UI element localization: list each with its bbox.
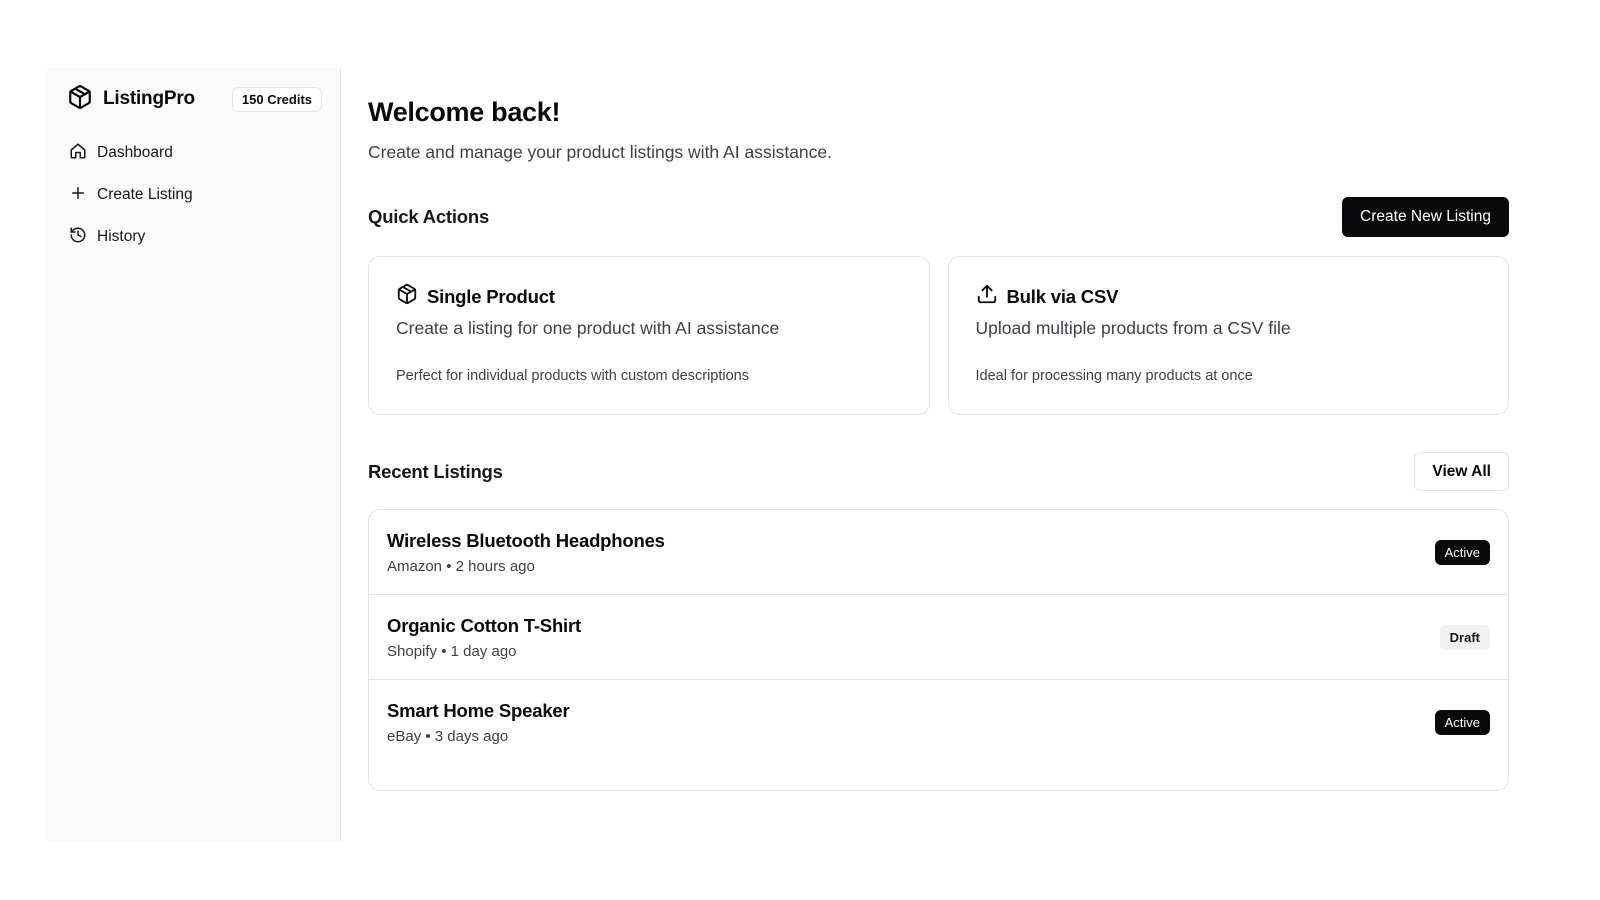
quick-actions-header: Quick Actions Create New Listing	[368, 197, 1509, 237]
listing-info: Smart Home Speaker eBay • 3 days ago	[387, 700, 570, 745]
listing-title: Wireless Bluetooth Headphones	[387, 529, 665, 551]
upload-icon	[976, 283, 998, 310]
card-description: Upload multiple products from a CSV file	[975, 318, 1291, 338]
list-item[interactable]: Smart Home Speaker eBay • 3 days ago Act…	[369, 680, 1508, 765]
status-badge: Draft	[1439, 624, 1490, 650]
quick-action-cards: Single Product Create a listing for one …	[368, 256, 1509, 415]
recent-listings-list: Wireless Bluetooth Headphones Amazon • 2…	[368, 509, 1509, 791]
sidebar-item-dashboard[interactable]: Dashboard	[59, 134, 328, 172]
page-title: Welcome back!	[368, 97, 561, 127]
listing-title: Smart Home Speaker	[387, 700, 570, 721]
page-subtitle: Create and manage your product listings …	[368, 142, 832, 162]
card-title: Bulk via CSV	[1006, 285, 1119, 307]
view-all-button[interactable]: View All	[1414, 452, 1509, 491]
box-icon	[396, 283, 418, 310]
credits-badge: 150 Credits	[231, 86, 322, 112]
create-new-listing-button[interactable]: Create New Listing	[1342, 197, 1509, 237]
card-header: Bulk via CSV	[976, 283, 1482, 310]
main-content: Welcome back! Create and manage your pro…	[341, 68, 1552, 841]
bulk-csv-card[interactable]: Bulk via CSV Upload multiple products fr…	[947, 256, 1509, 415]
box-icon	[67, 84, 93, 115]
recent-listings-header: Recent Listings View All	[368, 452, 1509, 491]
listing-info: Organic Cotton T-Shirt Shopify • 1 day a…	[387, 615, 581, 660]
brand[interactable]: ListingPro	[67, 84, 195, 115]
status-badge: Active	[1434, 710, 1490, 735]
listing-title: Organic Cotton T-Shirt	[387, 614, 581, 636]
card-description: Create a listing for one product with AI…	[396, 318, 780, 338]
list-item[interactable]: Organic Cotton T-Shirt Shopify • 1 day a…	[369, 595, 1508, 680]
listing-info: Wireless Bluetooth Headphones Amazon • 2…	[387, 530, 665, 575]
card-note: Ideal for processing many products at on…	[975, 368, 1253, 384]
card-note: Perfect for individual products with cus…	[396, 368, 749, 384]
sidebar-item-create-listing[interactable]: Create Listing	[59, 176, 328, 214]
home-icon	[69, 142, 87, 165]
card-title: Single Product	[427, 285, 555, 307]
sidebar-item-label: Create Listing	[97, 186, 193, 203]
sidebar-nav: Dashboard Create Listing History	[59, 134, 328, 256]
app-frame: ListingPro 150 Credits Dashboard Create …	[47, 68, 1552, 841]
listing-meta: eBay • 3 days ago	[387, 728, 509, 745]
history-icon	[69, 226, 87, 249]
quick-actions-title: Quick Actions	[368, 206, 490, 227]
brand-name: ListingPro	[103, 88, 195, 109]
recent-listings-title: Recent Listings	[368, 460, 503, 482]
plus-icon	[69, 184, 87, 207]
sidebar-item-label: History	[97, 228, 146, 245]
status-badge: Active	[1434, 539, 1490, 565]
list-item[interactable]: Wireless Bluetooth Headphones Amazon • 2…	[369, 510, 1508, 595]
sidebar-item-history[interactable]: History	[59, 218, 328, 256]
card-header: Single Product	[396, 283, 902, 310]
sidebar: ListingPro 150 Credits Dashboard Create …	[47, 68, 341, 841]
sidebar-item-label: Dashboard	[97, 144, 173, 161]
listing-meta: Amazon • 2 hours ago	[387, 557, 535, 575]
single-product-card[interactable]: Single Product Create a listing for one …	[368, 256, 930, 415]
sidebar-header: ListingPro 150 Credits	[67, 84, 328, 114]
listing-meta: Shopify • 1 day ago	[387, 642, 517, 660]
